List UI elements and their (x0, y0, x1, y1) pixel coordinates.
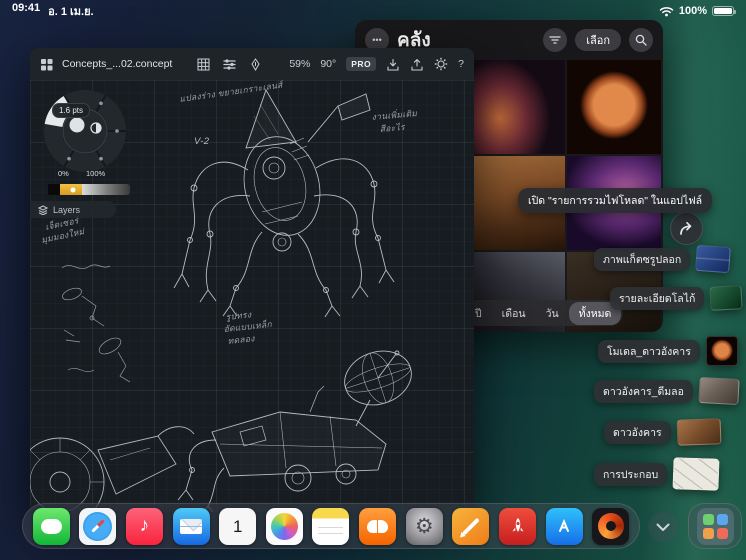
battery-percent: 100% (679, 5, 707, 17)
rocket-icon (508, 516, 528, 536)
help-button[interactable]: ? (458, 58, 464, 70)
photos-view-segmented-control: ปี เดือน วัน ทั้งหมด (463, 300, 623, 326)
photo-thumbnail-orange-nebula[interactable] (471, 60, 565, 154)
document-title[interactable]: Concepts_...02.concept (62, 58, 172, 70)
envelope-icon (180, 519, 202, 534)
dock-recent-section (688, 503, 742, 549)
wifi-icon (659, 6, 674, 17)
drag-item[interactable]: รายละเอียดโลไก้ (610, 286, 742, 310)
dock-app-music[interactable]: ♪ (126, 508, 163, 545)
ellipsis-icon: ••• (372, 35, 381, 45)
drag-thumbnail-mars (706, 336, 738, 366)
annotation-extra-work: งานเพิ่มเติม (371, 107, 417, 122)
export-share-icon[interactable] (410, 58, 424, 71)
tool-wheel-graphic (30, 73, 140, 189)
dock-collapse-button[interactable] (648, 512, 678, 542)
import-icon[interactable] (386, 58, 400, 71)
photos-flower-icon (271, 513, 298, 540)
appstore-a-icon (554, 516, 574, 536)
brush-tool-wheel[interactable]: 0% 100% (30, 73, 140, 189)
photo-thumbnail-mars-planet[interactable] (567, 60, 661, 154)
brush-size-pill[interactable]: 1.6 pts (52, 103, 90, 118)
dock-app-rocket[interactable] (499, 508, 536, 545)
segment-months[interactable]: เดือน (492, 302, 536, 325)
dock-app-photos[interactable] (266, 508, 303, 545)
filter-icon (549, 35, 561, 45)
color-strip[interactable] (48, 184, 130, 195)
ipad-screen: 09:41 อ. 1 เม.ย. 100% ••• คลัง เลือก (0, 0, 746, 560)
drag-thumbnail-rock (698, 377, 739, 405)
pro-badge[interactable]: PRO (346, 57, 376, 71)
status-date: อ. 1 เม.ย. (48, 2, 93, 20)
opacity-min-label: 0% (58, 169, 69, 178)
compass-icon (83, 512, 112, 541)
concepts-window: Concepts_...02.concept 59% 90° PRO ? (30, 48, 474, 512)
pencil-icon (462, 517, 480, 535)
precision-menu-icon[interactable] (223, 58, 236, 71)
drag-item[interactable]: โมเดล_ดาวอังคาร (598, 336, 738, 366)
drag-thumbnail-sketch (673, 457, 720, 491)
open-book-icon (367, 520, 388, 533)
calendar-day: 1 (233, 518, 242, 535)
dock-app-messages[interactable] (33, 508, 70, 545)
dock-app-notes[interactable] (312, 508, 349, 545)
dock-app-calendar[interactable]: 1 (219, 508, 256, 545)
settings-gear-icon[interactable] (434, 57, 448, 71)
drag-thumbnail-terrain (676, 418, 721, 446)
status-bar: 09:41 อ. 1 เม.ย. 100% (0, 0, 746, 20)
gear-icon: ⚙ (415, 516, 434, 537)
drag-thumbnail-blue-card (695, 245, 731, 273)
color-swatch-black[interactable] (48, 184, 60, 195)
select-button[interactable]: เลือก (575, 29, 621, 51)
annotation-version: V-2 (194, 136, 210, 147)
drag-item[interactable]: การประกอบ (594, 458, 719, 490)
filter-button[interactable] (543, 28, 567, 52)
dock-app-settings[interactable]: ⚙ (406, 508, 443, 545)
dock-app-books[interactable] (359, 508, 396, 545)
notes-lines (318, 527, 343, 528)
drag-item[interactable]: ดาวอังคาร_ดีมลอ (594, 378, 739, 404)
canvas-rotation[interactable]: 90° (320, 58, 336, 70)
layers-icon (38, 205, 48, 215)
dock-app-mail[interactable] (173, 508, 210, 545)
status-time: 09:41 (12, 2, 40, 20)
dock-app-drawing[interactable] (452, 508, 489, 545)
pen-nib-icon[interactable] (249, 58, 262, 71)
annotation-color: สีอะไร (379, 122, 406, 134)
dock-app-safari[interactable] (79, 508, 116, 545)
dock-app-appstore[interactable] (546, 508, 583, 545)
forward-arrow-icon (678, 221, 695, 236)
search-button[interactable] (629, 28, 653, 52)
dock: ♪ 1 ⚙ (22, 503, 640, 549)
app-library-icon[interactable] (697, 508, 734, 545)
zoom-level[interactable]: 59% (289, 58, 310, 70)
battery-icon (712, 6, 734, 16)
share-forward-button[interactable] (670, 212, 703, 245)
music-note-icon: ♪ (140, 515, 150, 537)
dock-app-browser[interactable] (592, 508, 629, 545)
drop-tooltip: เปิด "รายการรวมไฟโหลด" ในแอปไฟล์ (518, 188, 712, 213)
opacity-max-label: 100% (86, 169, 105, 178)
drag-thumbnail-green-card (710, 285, 743, 311)
color-gradient-slider[interactable] (82, 184, 130, 195)
layers-panel-toggle[interactable]: Layers (30, 201, 116, 218)
grid-toggle-icon[interactable] (197, 58, 210, 71)
annotation-mid-3: ทดลอง (227, 333, 256, 346)
color-swatch-yellow-selected[interactable] (60, 184, 82, 195)
drag-item[interactable]: ดาวอังคาร (604, 419, 721, 445)
chevron-down-icon (656, 523, 670, 532)
browser-swirl-icon (598, 513, 624, 539)
segment-days[interactable]: วัน (536, 302, 569, 325)
drag-item[interactable]: ภาพแก็ตซรูปลอก (594, 246, 730, 272)
app-grid-icon[interactable] (40, 58, 53, 71)
search-icon (635, 34, 647, 46)
